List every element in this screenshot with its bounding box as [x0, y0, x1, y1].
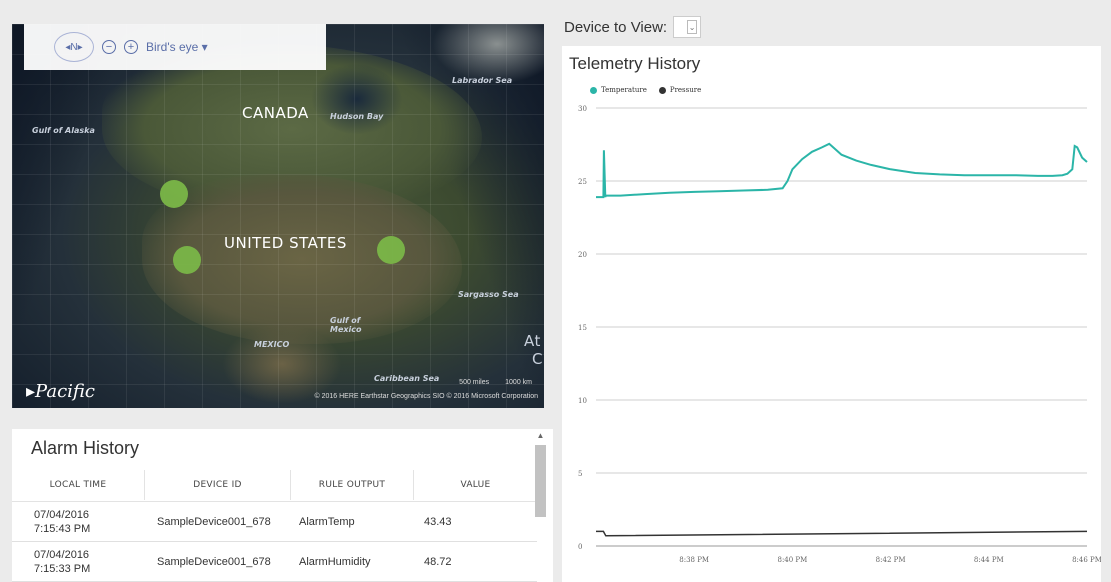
bing-logo: ▸Pacific [26, 381, 96, 402]
chevron-down-icon: ▾ [201, 40, 208, 54]
legend-item-temperature[interactable]: Temperature [590, 86, 647, 94]
y-tick-label: 5 [578, 470, 582, 478]
y-tick-label: 25 [578, 178, 587, 186]
y-tick-label: 0 [578, 543, 582, 551]
cell-rule-output: AlarmTemp [299, 515, 355, 528]
cell-rule-output: AlarmHumidity [299, 555, 371, 568]
compass-icon[interactable]: ◂ N ▸ [54, 32, 94, 62]
label-hudson: Hudson Bay [330, 112, 384, 121]
device-label: Device to View: [564, 18, 668, 36]
alarm-history-panel: Alarm History LOCAL TIME DEVICE ID RULE … [12, 429, 553, 582]
x-tick-label: 8:38 PM [679, 556, 709, 564]
table-row[interactable]: 07/04/2016 7:15:33 PM SampleDevice001_67… [12, 542, 537, 582]
telemetry-title: Telemetry History [569, 54, 701, 73]
series-line-pressure [596, 530, 1088, 537]
map-toolbar: ◂ N ▸ − + Bird's eye ▾ [24, 24, 326, 70]
series-line-temperature [596, 142, 1088, 199]
label-us: UNITED STATES [224, 234, 347, 252]
legend-label-temperature: Temperature [601, 86, 647, 94]
chevron-down-icon[interactable]: ⌄ [687, 20, 698, 34]
scroll-up-icon[interactable]: ▲ [534, 431, 547, 440]
alarm-scrollbar[interactable]: ▲ [534, 431, 547, 581]
x-tick-label: 8:42 PM [876, 556, 906, 564]
cell-date: 07/04/2016 [34, 548, 90, 561]
column-header-device-id[interactable]: DEVICE ID [145, 470, 291, 500]
label-labrador: Labrador Sea [452, 76, 513, 85]
cell-time: 7:15:33 PM [34, 562, 91, 575]
cell-value: 48.72 [424, 555, 452, 568]
column-header-rule-output[interactable]: RULE OUTPUT [291, 470, 414, 500]
cell-time: 7:15:43 PM [34, 522, 91, 535]
cell-date: 07/04/2016 [34, 508, 90, 521]
map-copyright: © 2016 HERE Earthstar Geographics SIO © … [314, 393, 538, 400]
scale-km: 1000 km [505, 379, 532, 386]
y-tick-label: 10 [578, 397, 587, 405]
label-mexico: MEXICO [254, 340, 290, 349]
device-pin[interactable] [160, 180, 188, 208]
cell-device-id: SampleDevice001_678 [157, 515, 271, 528]
legend-item-pressure[interactable]: Pressure [658, 86, 702, 94]
compass-label: N [70, 41, 78, 53]
label-pacific: Pacific [35, 381, 96, 402]
cell-device-id: SampleDevice001_678 [157, 555, 271, 568]
alarm-table-header: LOCAL TIME DEVICE ID RULE OUTPUT VALUE [12, 469, 537, 502]
legend-label-pressure: Pressure [669, 86, 702, 94]
scale-miles: 500 miles [459, 379, 490, 386]
map-mode-selector[interactable]: Bird's eye ▾ [146, 40, 208, 54]
device-select[interactable]: ⌄ [673, 16, 702, 38]
map-scale: 500 miles 1000 km [459, 379, 532, 386]
alarm-table: LOCAL TIME DEVICE ID RULE OUTPUT VALUE 0… [12, 469, 537, 582]
telemetry-panel: 0 5 10 15 20 25 30 8:38 PM 8:40 PM 8:42 PM 8:44 PM… [562, 46, 1101, 582]
legend-dot-pressure [658, 86, 666, 94]
label-sargasso: Sargasso Sea [458, 290, 519, 299]
scrollbar-thumb[interactable] [535, 445, 546, 517]
x-tick-label: 8:40 PM [777, 556, 807, 564]
device-pin[interactable] [377, 236, 405, 264]
x-tick-label: 8:46 PM [1072, 556, 1101, 564]
zoom-out-icon[interactable]: − [102, 40, 116, 54]
y-tick-label: 30 [578, 105, 587, 113]
label-canada: CANADA [242, 104, 309, 122]
table-row[interactable]: 07/04/2016 7:15:43 PM SampleDevice001_67… [12, 502, 537, 542]
column-header-local-time[interactable]: LOCAL TIME [12, 470, 145, 500]
chart-legend: Temperature Pressure [590, 86, 701, 94]
cell-value: 43.43 [424, 515, 452, 528]
map-mode-label: Bird's eye [146, 40, 199, 54]
legend-dot-temperature [590, 86, 597, 94]
device-selector-row: Device to View: ⌄ [564, 16, 702, 38]
device-pin[interactable] [173, 246, 201, 274]
alarm-title: Alarm History [31, 438, 140, 458]
cell-local-time: 07/04/2016 7:15:33 PM [12, 548, 145, 576]
label-alaska: Gulf of Alaska [32, 126, 95, 135]
y-tick-label: 20 [578, 251, 587, 259]
label-caribbean: Caribbean Sea [374, 374, 440, 383]
zoom-in-icon[interactable]: + [124, 40, 138, 54]
label-atlantic-a: At [524, 332, 541, 350]
cell-local-time: 07/04/2016 7:15:43 PM [12, 508, 145, 536]
label-atlantic-c: C [532, 350, 543, 368]
label-gulf-mexico: Gulf of Mexico [330, 316, 362, 334]
telemetry-chart: 0 5 10 15 20 25 30 8:38 PM 8:40 PM 8:42 PM 8:44 PM… [578, 105, 1101, 564]
x-tick-label: 8:44 PM [974, 556, 1004, 564]
column-header-value[interactable]: VALUE [414, 470, 537, 500]
y-tick-label: 15 [578, 324, 587, 332]
map-view[interactable]: ◂ N ▸ − + Bird's eye ▾ CANADA UNITED STA… [12, 24, 544, 408]
